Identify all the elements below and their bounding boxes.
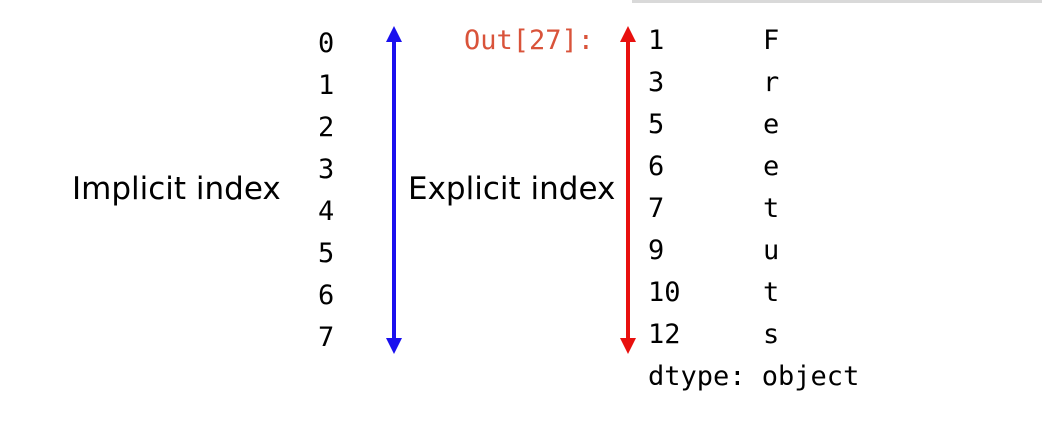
series-index-diagram: Implicit index 01234567 Explicit index O… [0,0,1042,430]
arrows-layer [386,26,636,354]
